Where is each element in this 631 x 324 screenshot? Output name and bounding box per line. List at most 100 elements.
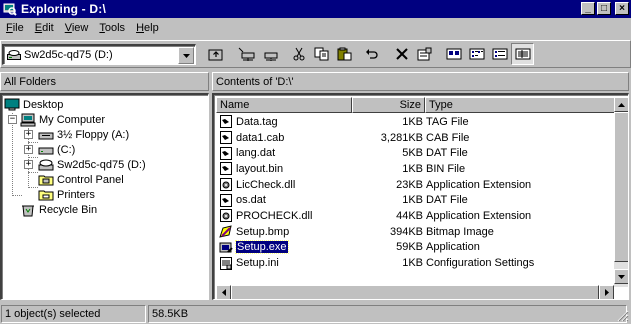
properties-button[interactable] — [413, 43, 436, 65]
copy-icon — [314, 47, 328, 61]
file-row[interactable]: os.dat 1KB DAT File — [216, 192, 614, 208]
computer-icon — [20, 113, 36, 126]
tree-item-control-panel[interactable]: Control Panel — [38, 172, 124, 187]
dll-icon — [219, 209, 233, 223]
file-row[interactable]: layout.bin 1KB BIN File — [216, 161, 614, 177]
desktop-icon — [4, 98, 20, 110]
column-header-name[interactable]: Name — [216, 97, 352, 113]
file-list[interactable]: Name Size Type Data.tag 1KB TAG File dat… — [212, 93, 629, 300]
scroll-up-button[interactable] — [614, 97, 628, 112]
menu-view[interactable]: View — [65, 22, 89, 34]
undo-icon — [365, 49, 378, 59]
tree-item-d-drive[interactable]: Sw2d5c-qd75 (D:) — [38, 157, 146, 172]
tree-item-desktop[interactable]: Desktop — [4, 97, 63, 112]
drive-selector[interactable]: Sw2d5c-qd75 (D:) — [2, 44, 196, 65]
dll-icon — [219, 178, 233, 192]
close-button[interactable]: × — [615, 2, 629, 15]
cdrom-icon — [38, 159, 54, 170]
scroll-right-button[interactable] — [599, 285, 614, 299]
expand-c-drive-toggle[interactable]: + — [24, 145, 33, 154]
expand-d-drive-toggle[interactable]: + — [24, 160, 33, 169]
status-bar: 1 object(s) selected 58.5KB — [0, 304, 631, 324]
disconnect-drive-button[interactable] — [258, 43, 281, 65]
title-bar[interactable]: Exploring - D:\ _ □ × — [0, 0, 631, 18]
menu-edit[interactable]: Edit — [35, 22, 54, 34]
bitmap-icon — [219, 225, 233, 239]
all-folders-header: All Folders — [0, 72, 209, 91]
scroll-down-button[interactable] — [614, 269, 628, 284]
disconnect-drive-icon — [264, 52, 277, 61]
file-row[interactable]: lang.dat 5KB DAT File — [216, 145, 614, 161]
cut-button[interactable] — [287, 43, 310, 65]
all-folders-label: All Folders — [4, 75, 56, 88]
details-view-button[interactable] — [511, 43, 534, 65]
file-row-selected[interactable]: Setup.exe 59KB Application — [216, 240, 614, 256]
file-row[interactable]: Setup.bmp 394KB Bitmap Image — [216, 224, 614, 240]
column-header-type[interactable]: Type — [425, 97, 615, 113]
undo-button[interactable] — [360, 43, 383, 65]
file-icon — [219, 193, 233, 207]
menu-help[interactable]: Help — [136, 22, 159, 34]
column-headers: Name Size Type — [216, 97, 615, 113]
map-drive-icon — [238, 47, 254, 61]
map-network-drive-button[interactable] — [235, 43, 258, 65]
arrow-right-icon — [604, 289, 609, 296]
scissors-icon — [293, 47, 304, 61]
chevron-down-icon[interactable] — [178, 47, 194, 64]
ini-icon — [219, 256, 233, 270]
arrow-left-icon — [221, 289, 226, 296]
file-icon — [219, 115, 233, 129]
tree-item-recycle-bin[interactable]: Recycle Bin — [20, 202, 97, 217]
explorer-icon — [3, 3, 17, 16]
file-icon — [219, 162, 233, 176]
maximize-button[interactable]: □ — [597, 2, 611, 15]
expand-floppy-toggle[interactable]: + — [24, 130, 33, 139]
file-row[interactable]: PROCHECK.dll 44KB Application Extension — [216, 208, 614, 224]
menu-tools[interactable]: Tools — [99, 22, 125, 34]
small-icons-button[interactable] — [465, 43, 488, 65]
file-icon — [219, 131, 233, 145]
up-folder-button[interactable] — [204, 43, 227, 65]
large-icons-button[interactable] — [442, 43, 465, 65]
file-icon — [219, 146, 233, 160]
scroll-left-button[interactable] — [216, 285, 231, 299]
properties-icon — [417, 47, 431, 61]
tree-item-printers[interactable]: Printers — [38, 187, 95, 202]
minimize-button[interactable]: _ — [581, 2, 595, 15]
paste-icon — [337, 47, 351, 61]
resize-grip-icon[interactable] — [617, 310, 629, 322]
file-row[interactable]: Data.tag 1KB TAG File — [216, 114, 614, 130]
menu-file[interactable]: File — [6, 22, 24, 34]
copy-button[interactable] — [310, 43, 333, 65]
paste-button[interactable] — [333, 43, 356, 65]
folder-tree[interactable]: Desktop − My Computer + 3½ Floppy (A:) +… — [0, 93, 209, 300]
list-view-icon — [492, 48, 507, 60]
toolbar: Sw2d5c-qd75 (D:) — [0, 40, 631, 68]
window-title: Exploring - D:\ — [21, 2, 106, 16]
file-row[interactable]: data1.cab 3,281KB CAB File — [216, 130, 614, 146]
floppy-icon — [38, 132, 54, 139]
file-row[interactable]: LicCheck.dll 23KB Application Extension — [216, 177, 614, 193]
vertical-scrollbar[interactable] — [614, 97, 628, 287]
contents-label: Contents of 'D:\' — [216, 75, 294, 88]
delete-icon — [395, 48, 408, 60]
menu-bar: File Edit View Tools Help — [0, 18, 631, 37]
small-icons-icon — [469, 48, 484, 60]
tree-item-c-drive[interactable]: (C:) — [38, 142, 75, 157]
delete-button[interactable] — [390, 43, 413, 65]
collapse-my-computer-toggle[interactable]: − — [8, 115, 17, 124]
vertical-scroll-thumb[interactable] — [614, 112, 628, 262]
column-header-size[interactable]: Size — [352, 97, 425, 113]
file-rows: Data.tag 1KB TAG File data1.cab 3,281KB … — [216, 114, 614, 271]
tree-item-my-computer[interactable]: My Computer — [20, 112, 105, 127]
file-row[interactable]: Setup.ini 1KB Configuration Settings — [216, 255, 614, 271]
printers-icon — [38, 190, 54, 200]
control-panel-icon — [38, 175, 54, 185]
tree-item-floppy[interactable]: 3½ Floppy (A:) — [38, 127, 129, 142]
horizontal-scroll-thumb[interactable] — [231, 285, 599, 299]
drive-selector-label: Sw2d5c-qd75 (D:) — [24, 49, 113, 61]
up-folder-icon — [208, 49, 222, 61]
large-icons-icon — [446, 48, 461, 60]
list-view-button[interactable] — [488, 43, 511, 65]
horizontal-scrollbar[interactable] — [216, 285, 614, 299]
